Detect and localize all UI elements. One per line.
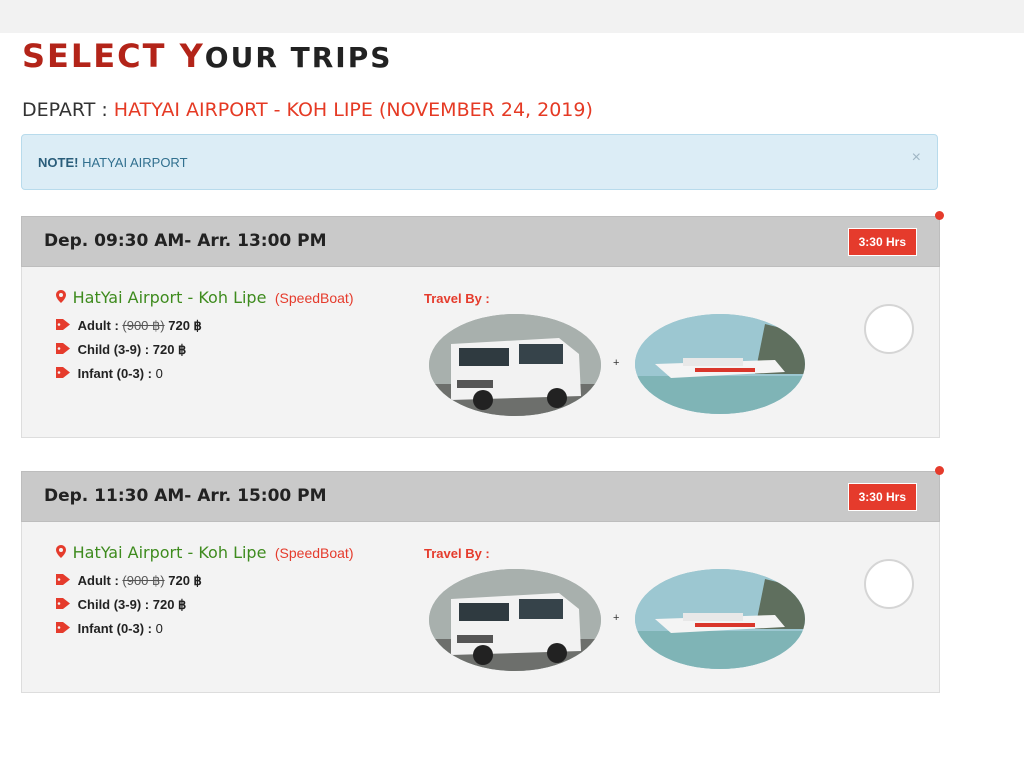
route-line: HatYai Airport - Koh Lipe (SpeedBoat) [56,543,353,563]
plus-sign: + [613,357,620,369]
duration-badge: 3:30 Hrs [847,483,917,511]
adult-old-price: (900 ฿) [122,318,165,333]
tag-icon [56,343,70,357]
title-s: S [22,37,48,75]
child-price: Child (3-9) : 720 ฿ [77,597,187,612]
trip-header: Dep. 11:30 AM- Arr. 15:00 PM 3:30 Hrs [21,466,944,522]
adult-label: Adult : [77,573,123,588]
trip-time: Dep. 09:30 AM- Arr. 13:00 PM [44,231,327,251]
note-message: HATYAI AIRPORT [78,155,188,170]
vehicle-type: (SpeedBoat) [274,290,354,306]
map-marker-icon [56,545,70,561]
select-trip-radio[interactable] [864,304,914,354]
child-price: Child (3-9) : 720 ฿ [77,342,187,357]
trip-header: Dep. 09:30 AM- Arr. 13:00 PM 3:30 Hrs [21,211,944,267]
adult-label: Adult : [77,318,123,333]
note-text: NOTE! HATYAI AIRPORT [38,155,188,170]
vehicle-type: (SpeedBoat) [274,545,354,561]
adult-price: 720 ฿ [164,573,202,588]
van-image [429,569,601,671]
trip-body: HatYai Airport - Koh Lipe (SpeedBoat) Ad… [21,267,940,438]
child-price-line: Child (3-9) : 720 ฿ [56,342,186,358]
title-elect: ELECT [47,37,180,75]
speedboat-image [635,314,805,414]
close-icon[interactable]: × [912,149,921,167]
select-trip-radio[interactable] [864,559,914,609]
adult-old-price: (900 ฿) [122,573,165,588]
route-name: HatYai Airport - Koh Lipe [72,288,267,307]
tag-icon [56,622,70,636]
trip-card: Dep. 11:30 AM- Arr. 15:00 PM 3:30 Hrs Ha… [21,466,944,693]
adult-price-line: Adult : (900 ฿) 720 ฿ [56,573,202,589]
route-name: HatYai Airport - Koh Lipe [72,543,267,562]
infant-label: Infant (0-3) : [77,621,156,636]
van-image [429,314,601,416]
speedboat-image [635,569,805,669]
travel-by-label: Travel By : [424,291,490,306]
title-y: Y [179,37,205,75]
title-rest: OUR TRIPS [204,41,393,74]
infant-price: 0 [155,366,163,381]
depart-label: DEPART : [22,99,114,121]
adult-price-line: Adult : (900 ฿) 720 ฿ [56,318,202,334]
tag-icon [56,598,70,612]
route-line: HatYai Airport - Koh Lipe (SpeedBoat) [56,288,353,308]
duration-badge: 3:30 Hrs [847,228,917,256]
status-dot [935,211,944,220]
tag-icon [56,574,70,588]
note-bold: NOTE! [38,155,79,170]
depart-route: HATYAI AIRPORT - KOH LIPE (NOVEMBER 24, … [113,99,593,121]
top-bar [0,0,1024,33]
depart-line: DEPART : HATYAI AIRPORT - KOH LIPE (NOVE… [22,98,593,122]
status-dot [935,466,944,475]
plus-sign: + [613,612,620,624]
trip-body: HatYai Airport - Koh Lipe (SpeedBoat) Ad… [21,522,940,693]
page-title: SELECT YOUR TRIPS [22,36,392,78]
map-marker-icon [56,290,70,306]
trip-card: Dep. 09:30 AM- Arr. 13:00 PM 3:30 Hrs Ha… [21,211,944,438]
child-price-line: Child (3-9) : 720 ฿ [56,597,186,613]
tag-icon [56,367,70,381]
infant-price: 0 [155,621,163,636]
note-alert: NOTE! HATYAI AIRPORT × [21,134,938,190]
infant-label: Infant (0-3) : [77,366,156,381]
adult-price: 720 ฿ [164,318,202,333]
travel-by-label: Travel By : [424,546,490,561]
infant-price-line: Infant (0-3) : 0 [56,621,163,636]
trip-time: Dep. 11:30 AM- Arr. 15:00 PM [44,486,327,506]
tag-icon [56,319,70,333]
infant-price-line: Infant (0-3) : 0 [56,366,163,381]
